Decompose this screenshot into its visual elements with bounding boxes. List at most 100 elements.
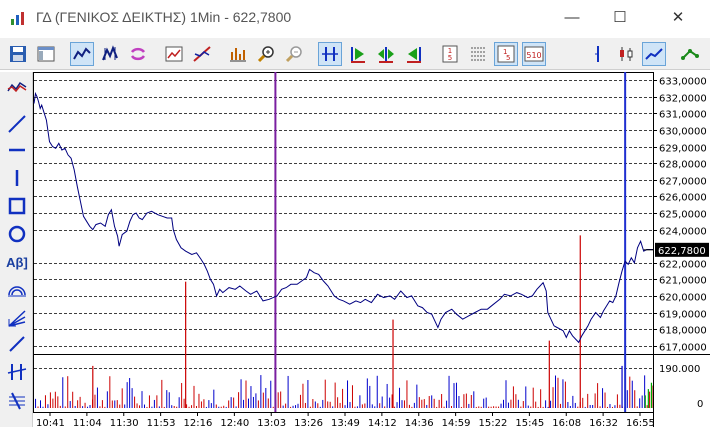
interval-15-button[interactable]: 15 bbox=[438, 42, 462, 66]
x-tick-label: 16:08 bbox=[552, 418, 581, 427]
interval-5-10-button[interactable]: 510 bbox=[522, 42, 546, 66]
zoom-in-icon bbox=[257, 46, 274, 63]
channel-tool[interactable] bbox=[4, 388, 30, 412]
y-tick-label: 631,0000 bbox=[659, 110, 707, 121]
maximize-button[interactable]: ☐ bbox=[608, 6, 632, 30]
zoom-out-button[interactable] bbox=[282, 42, 306, 66]
volume-tick-label: 0 bbox=[697, 399, 703, 410]
svg-text:510: 510 bbox=[526, 51, 541, 60]
zoom-in-button[interactable] bbox=[254, 42, 278, 66]
y-tick-label: 626,0000 bbox=[659, 193, 707, 204]
price-chart[interactable]: 633,0000 632,0000 631,0000 630,0000 629,0000… bbox=[33, 72, 710, 427]
y-tick-label: 624,0000 bbox=[659, 227, 707, 238]
indicators-icon bbox=[230, 48, 246, 62]
chart-type-tool[interactable] bbox=[4, 76, 30, 100]
app-chart-icon bbox=[11, 12, 24, 25]
volume-tick-label: 190.000 bbox=[659, 364, 700, 375]
x-tick-label: 11:04 bbox=[73, 418, 102, 427]
save-button[interactable] bbox=[6, 42, 30, 66]
vertical-line-tool[interactable] bbox=[4, 166, 30, 190]
rectangle-tool[interactable] bbox=[4, 194, 30, 218]
refresh-icon bbox=[130, 47, 146, 61]
cross-lines-icon bbox=[7, 364, 27, 380]
y-tick-label: 621,0000 bbox=[659, 276, 707, 287]
y-tick-label: 632,0000 bbox=[659, 94, 707, 105]
plot-frame bbox=[33, 72, 654, 413]
vertical-line-icon bbox=[15, 170, 19, 186]
ellipse-tool[interactable] bbox=[4, 222, 30, 246]
svg-text:5: 5 bbox=[506, 54, 510, 62]
scroll-center-icon bbox=[378, 47, 394, 63]
trendline-tool[interactable] bbox=[4, 112, 30, 136]
chart-type-icon bbox=[7, 81, 27, 93]
interval-5-10-icon: 510 bbox=[524, 46, 544, 62]
x-tick-label: 11:53 bbox=[147, 418, 176, 427]
chart-window-button[interactable] bbox=[162, 42, 186, 66]
y-tick-label: 620,0000 bbox=[659, 293, 707, 304]
line-style-icon bbox=[645, 48, 663, 60]
line-tool[interactable] bbox=[4, 332, 30, 356]
zoom-out-icon bbox=[285, 46, 302, 63]
interval-1-5-button[interactable]: 15 bbox=[494, 42, 518, 66]
arc-icon bbox=[8, 286, 26, 297]
arc-tool[interactable] bbox=[4, 278, 30, 302]
strike-chart-button[interactable] bbox=[190, 42, 214, 66]
interval-1-5-icon: 15 bbox=[497, 45, 515, 63]
scroll-both-icon bbox=[322, 47, 338, 61]
x-tick-label: 10:41 bbox=[36, 418, 65, 427]
current-value-label: 622,7800 bbox=[658, 246, 706, 257]
close-button[interactable]: ✕ bbox=[666, 6, 690, 30]
svg-text:5: 5 bbox=[448, 54, 452, 62]
minimize-button[interactable]: — bbox=[560, 6, 584, 30]
line-style-button[interactable] bbox=[642, 42, 666, 66]
strike-chart-icon bbox=[193, 46, 211, 62]
chart-canvas[interactable]: 633,0000 632,0000 631,0000 630,0000 629,0000… bbox=[33, 72, 710, 427]
drawing-toolbar: Αβ] bbox=[0, 72, 33, 427]
text-tool[interactable]: Αβ] bbox=[4, 250, 30, 274]
y-tick-label: 627,0000 bbox=[659, 177, 707, 188]
cross-lines-tool[interactable] bbox=[4, 360, 30, 384]
scroll-right-icon bbox=[351, 47, 365, 63]
x-tick-label: 13:03 bbox=[257, 418, 286, 427]
window-button[interactable] bbox=[34, 42, 58, 66]
toolbar: 15 15 510 bbox=[0, 38, 710, 70]
line-chart-button[interactable] bbox=[70, 42, 94, 66]
horizontal-line-icon bbox=[9, 148, 25, 152]
scroll-left-button[interactable] bbox=[402, 42, 426, 66]
x-tick-label: 14:59 bbox=[442, 418, 471, 427]
title-bar: ΓΔ (ΓΕΝΙΚΟΣ ΔΕΙΚΤΗΣ) 1Min - 622,7800 — ☐… bbox=[0, 0, 710, 36]
x-tick-label: 15:22 bbox=[479, 418, 508, 427]
cursor-button[interactable] bbox=[586, 42, 610, 66]
ohlc-button[interactable] bbox=[614, 42, 638, 66]
scroll-right-button[interactable] bbox=[346, 42, 370, 66]
x-tick-label: 14:12 bbox=[368, 418, 397, 427]
interval-15-icon: 15 bbox=[442, 45, 458, 63]
y-tick-label: 629,0000 bbox=[659, 144, 707, 155]
horizontal-line-tool[interactable] bbox=[4, 138, 30, 162]
x-tick-label: 12:16 bbox=[184, 418, 213, 427]
fan-tool[interactable] bbox=[4, 306, 30, 330]
scroll-center-button[interactable] bbox=[374, 42, 398, 66]
ellipse-icon bbox=[8, 225, 26, 243]
save-icon bbox=[10, 46, 26, 62]
line-chart-icon bbox=[73, 47, 91, 60]
grid-button[interactable] bbox=[466, 42, 490, 66]
window-icon bbox=[37, 46, 55, 62]
indicators-button[interactable] bbox=[226, 42, 250, 66]
x-tick-label: 13:26 bbox=[294, 418, 323, 427]
link-icon bbox=[681, 49, 699, 60]
rectangle-icon bbox=[8, 197, 26, 215]
grid-icon bbox=[471, 47, 485, 61]
x-tick-label: 16:55 bbox=[626, 418, 655, 427]
y-tick-label: 622,0000 bbox=[659, 260, 707, 271]
candles-button[interactable] bbox=[98, 42, 122, 66]
scroll-both-button[interactable] bbox=[318, 42, 342, 66]
x-tick-label: 14:36 bbox=[405, 418, 434, 427]
y-tick-label: 617,0000 bbox=[659, 343, 707, 354]
link-button[interactable] bbox=[678, 42, 702, 66]
y-tick-label: 619,0000 bbox=[659, 310, 707, 321]
x-tick-label: 16:32 bbox=[589, 418, 618, 427]
chart-window-icon bbox=[165, 46, 183, 62]
x-tick-label: 13:49 bbox=[331, 418, 360, 427]
refresh-button[interactable] bbox=[126, 42, 150, 66]
